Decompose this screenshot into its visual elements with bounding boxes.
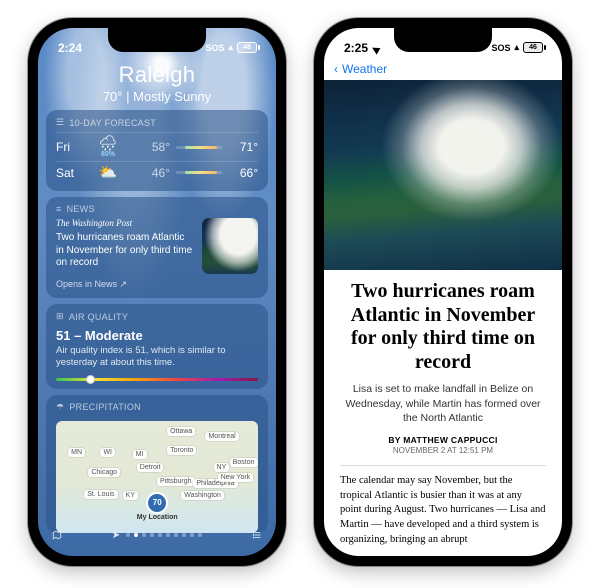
aqi-scale [56, 378, 258, 381]
signal-icon: ▴ [228, 42, 233, 53]
location-arrow-icon: ➤ [112, 530, 120, 541]
temp-range-bar [176, 146, 222, 149]
aqi-description: Air quality index is 51, which is simila… [56, 345, 258, 370]
current-temp: 70° [103, 89, 123, 104]
temp-range-bar [176, 171, 222, 174]
news-icon: ≡ [56, 204, 62, 214]
weather-icon: ⛅ [96, 165, 120, 180]
status-time: 2:24 [58, 41, 82, 55]
map-city-label: Ottawa [167, 427, 195, 436]
forecast-low: 58° [136, 140, 170, 154]
aqi-value: 51 – Moderate [56, 328, 258, 343]
current-conditions: 70° | Mostly Sunny [38, 89, 276, 104]
forecast-day: Fri [56, 140, 90, 154]
battery-icon: 46 [523, 42, 546, 53]
page-dot[interactable] [126, 533, 130, 537]
map-city-label: WI [100, 448, 115, 457]
article-title: Two hurricanes roam Atlantic in November… [340, 280, 546, 374]
page-dot[interactable] [174, 533, 178, 537]
battery-icon: 48 [237, 42, 260, 53]
map-icon[interactable] [52, 527, 62, 544]
page-dot[interactable] [198, 533, 202, 537]
map-city-label: New York [218, 473, 254, 482]
forecast-card[interactable]: ☰ 10-DAY FORECAST Fri 🌧80% 58° 71° Sat ⛅ 46° 66… [46, 110, 268, 191]
status-sos: SOS [205, 43, 224, 53]
article-subtitle: Lisa is set to make landfall in Belize o… [341, 382, 546, 425]
status-bar: 2:24 SOS ▴ 48 [38, 28, 276, 60]
status-sos: SOS [491, 43, 510, 53]
back-button[interactable]: ‹ Weather [324, 60, 562, 80]
map-city-label: St. Louis [84, 490, 117, 499]
article-dateline: NOVEMBER 2 AT 12:51 PM [340, 446, 546, 455]
battery-level: 46 [523, 42, 543, 53]
forecast-row[interactable]: Fri 🌧80% 58° 71° [56, 133, 258, 161]
weather-icon: 🌧80% [96, 136, 120, 158]
map-city-label: Washington [181, 491, 224, 500]
article-hero-image [324, 80, 562, 270]
precip-map[interactable]: 70 My Location Ottawa Montreal MN WI MI Toron… [56, 421, 258, 533]
precip-header: PRECIPITATION [69, 402, 141, 412]
air-quality-card[interactable]: ⊞ AIR QUALITY 51 – Moderate Air quality … [46, 304, 268, 389]
map-city-label: KY [123, 491, 138, 500]
map-city-label: MN [68, 448, 85, 457]
article-body-text: The calendar may say November, but the t… [340, 474, 546, 547]
page-dot[interactable] [158, 533, 162, 537]
weather-header: Raleigh 70° | Mostly Sunny [38, 60, 276, 110]
article-byline: BY MATTHEW CAPPUCCI [340, 435, 546, 445]
forecast-high: 66° [228, 166, 258, 180]
news-thumbnail [202, 218, 258, 274]
my-location-pin[interactable]: 70 My Location [137, 494, 178, 521]
forecast-low: 46° [136, 166, 170, 180]
page-dot[interactable] [190, 533, 194, 537]
current-condition-text: Mostly Sunny [133, 89, 211, 104]
umbrella-icon: ☂ [56, 402, 64, 413]
pin-temp: 70 [148, 494, 166, 512]
calendar-icon: ☰ [56, 117, 64, 128]
location-services-icon: ◀ [370, 43, 381, 56]
map-city-label: Toronto [167, 446, 196, 455]
news-source: The Washington Post [56, 218, 194, 229]
chevron-left-icon: ‹ [334, 62, 338, 76]
back-label: Weather [342, 62, 387, 76]
battery-level: 48 [237, 42, 257, 53]
map-city-label: Boston [230, 458, 258, 467]
forecast-header: 10-DAY FORECAST [69, 118, 156, 128]
signal-icon: ▴ [514, 42, 519, 53]
map-city-label: Pittsburgh [157, 477, 195, 486]
news-headline: Two hurricanes roam Atlantic in November… [56, 232, 192, 268]
map-city-label: Detroit [137, 463, 164, 472]
news-header: NEWS [67, 204, 95, 214]
bottom-toolbar: ➤ [38, 522, 276, 556]
map-city-label: Chicago [88, 468, 120, 477]
status-bar: 2:25 ◀ SOS ▴ 46 [324, 28, 562, 60]
status-time: 2:25 [344, 41, 368, 55]
page-dot[interactable] [166, 533, 170, 537]
precipitation-card[interactable]: ☂ PRECIPITATION 70 My Location Ottawa Mon… [46, 395, 268, 533]
forecast-row[interactable]: Sat ⛅ 46° 66° [56, 162, 258, 183]
city-name: Raleigh [38, 62, 276, 88]
phone-weather: 2:24 SOS ▴ 48 Raleigh 70° | Mostly Sunny [28, 18, 286, 566]
list-icon[interactable] [252, 527, 262, 544]
forecast-day: Sat [56, 166, 90, 180]
map-city-label: MI [133, 450, 147, 459]
map-city-label: Montreal [205, 432, 238, 441]
page-dot[interactable] [150, 533, 154, 537]
opens-in-news-link[interactable]: Opens in News ↗ [56, 279, 258, 290]
map-city-label: NY [214, 463, 230, 472]
news-card[interactable]: ≡ NEWS The Washington Post Two hurricane… [46, 197, 268, 298]
page-dot[interactable] [134, 533, 138, 537]
phone-article: 2:25 ◀ SOS ▴ 46 ‹ Weather Two hurricanes… [314, 18, 572, 566]
page-dot[interactable] [182, 533, 186, 537]
forecast-high: 71° [228, 140, 258, 154]
page-indicator[interactable]: ➤ [112, 530, 202, 541]
page-dot[interactable] [142, 533, 146, 537]
aqi-header: AIR QUALITY [69, 312, 128, 322]
pin-label: My Location [137, 514, 178, 521]
aqi-icon: ⊞ [56, 311, 64, 322]
